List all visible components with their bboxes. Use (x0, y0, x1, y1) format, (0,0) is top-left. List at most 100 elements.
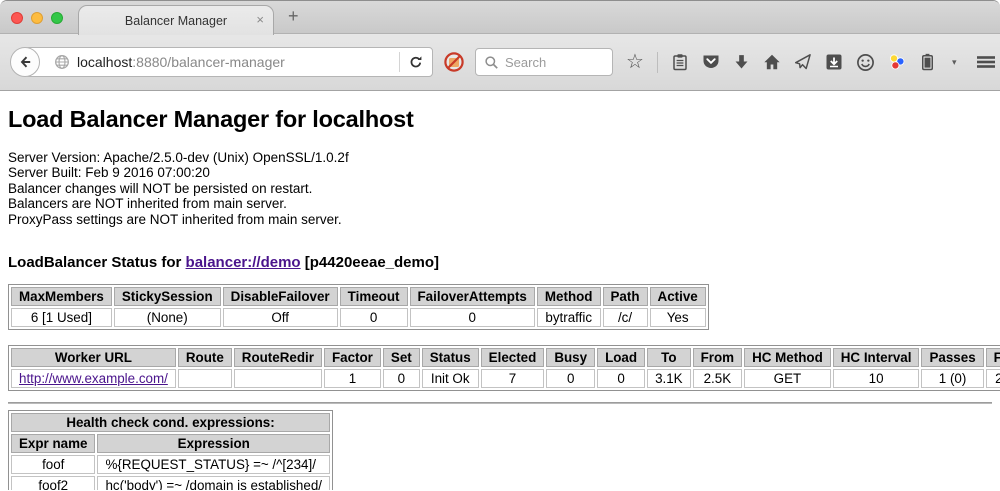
col-status: Status (422, 348, 479, 367)
search-field[interactable]: Search (475, 48, 613, 76)
col-expr-name: Expr name (11, 434, 95, 453)
close-window-button[interactable] (11, 12, 23, 24)
cell-from: 2.5K (693, 369, 742, 388)
proxypass-inherit-line: ProxyPass settings are NOT inherited fro… (8, 212, 992, 227)
col-route: Route (178, 348, 232, 367)
cell-elected: 7 (481, 369, 545, 388)
cell-expression: %{REQUEST_STATUS} =~ /^[234]/ (97, 455, 330, 474)
balancer-demo-link[interactable]: balancer://demo (186, 254, 301, 271)
col-maxmembers: MaxMembers (11, 287, 112, 306)
browser-window: Balancer Manager × + localhost:8880/bala… (0, 0, 1000, 491)
server-info: Server Version: Apache/2.5.0-dev (Unix) … (8, 150, 992, 227)
box-download-icon[interactable] (825, 53, 843, 71)
download-icon[interactable] (733, 54, 750, 71)
section-divider (8, 402, 992, 404)
page-title: Load Balancer Manager for localhost (8, 106, 992, 133)
col-failoverattempts: FailoverAttempts (410, 287, 535, 306)
cell-path: /c/ (603, 308, 648, 327)
cell-expr-name: foof (11, 455, 95, 474)
col-to: To (647, 348, 691, 367)
cell-routeredir (234, 369, 322, 388)
cell-timeout: 0 (340, 308, 408, 327)
col-fails: Fails (986, 348, 1000, 367)
col-elected: Elected (481, 348, 545, 367)
search-placeholder: Search (505, 55, 546, 70)
server-version-line: Server Version: Apache/2.5.0-dev (Unix) … (8, 150, 992, 165)
cell-factor: 1 (324, 369, 381, 388)
col-hc-interval: HC Interval (833, 348, 920, 367)
table-caption-row: Health check cond. expressions: (11, 413, 330, 432)
status-heading-prefix: LoadBalancer Status for (8, 254, 186, 271)
col-path: Path (603, 287, 648, 306)
tab-close-icon[interactable]: × (256, 12, 264, 28)
cell-method: bytraffic (537, 308, 601, 327)
table-header-row: Expr name Expression (11, 434, 330, 453)
chat-smiley-icon[interactable] (856, 53, 875, 72)
send-icon[interactable] (794, 53, 812, 71)
cell-to: 3.1K (647, 369, 691, 388)
cell-set: 0 (383, 369, 420, 388)
table-row: 6 [1 Used] (None) Off 0 0 bytraffic /c/ … (11, 308, 706, 327)
persist-notice-line: Balancer changes will NOT be persisted o… (8, 181, 992, 196)
table-row: http://www.example.com/ 1 0 Init Ok 7 0 … (11, 369, 1000, 388)
toolbar-divider (657, 52, 658, 73)
table-header-row: MaxMembers StickySession DisableFailover… (11, 287, 706, 306)
table-row: foof2 hc('body') =~ /domain is establish… (11, 476, 330, 490)
table-row: foof %{REQUEST_STATUS} =~ /^[234]/ (11, 455, 330, 474)
url-bar[interactable]: localhost:8880/balancer-manager (25, 47, 433, 77)
cell-disablefailover: Off (223, 308, 338, 327)
col-method: Method (537, 287, 601, 306)
home-icon[interactable] (763, 53, 781, 71)
col-expression: Expression (97, 434, 330, 453)
pocket-icon[interactable] (702, 53, 720, 71)
health-table-caption: Health check cond. expressions: (11, 413, 330, 432)
worker-table: Worker URL Route RouteRedir Factor Set S… (8, 345, 1000, 391)
cell-stickysession: (None) (114, 308, 221, 327)
tab-balancer-manager[interactable]: Balancer Manager × (78, 5, 274, 35)
tab-bar: Balancer Manager × + (0, 1, 1000, 34)
menu-hamburger-icon[interactable] (976, 54, 996, 70)
navigation-toolbar: localhost:8880/balancer-manager Search ☆ (0, 34, 1000, 91)
cell-worker-url: http://www.example.com/ (11, 369, 176, 388)
zoom-window-button[interactable] (51, 12, 63, 24)
url-input[interactable]: localhost:8880/balancer-manager (77, 54, 399, 70)
cell-expression: hc('body') =~ /domain is established/ (97, 476, 330, 490)
page-content: Load Balancer Manager for localhost Serv… (0, 91, 1000, 490)
cell-route (178, 369, 232, 388)
col-routeredir: RouteRedir (234, 348, 322, 367)
col-hc-method: HC Method (744, 348, 831, 367)
bookmark-star-icon[interactable]: ☆ (626, 52, 644, 72)
dropdown-caret-icon[interactable]: ▾ (952, 57, 957, 68)
worker-url-link[interactable]: http://www.example.com/ (19, 371, 168, 386)
plugin-blocked-icon[interactable] (443, 51, 465, 73)
cell-status: Init Ok (422, 369, 479, 388)
cell-fails: 2 (0) (986, 369, 1000, 388)
col-busy: Busy (546, 348, 595, 367)
new-tab-button[interactable]: + (288, 6, 299, 27)
col-set: Set (383, 348, 420, 367)
health-check-table: Health check cond. expressions: Expr nam… (8, 410, 333, 490)
server-built-line: Server Built: Feb 9 2016 07:00:20 (8, 165, 992, 180)
cell-passes: 1 (0) (921, 369, 983, 388)
reload-icon (408, 54, 424, 70)
cell-active: Yes (650, 308, 706, 327)
col-stickysession: StickySession (114, 287, 221, 306)
minimize-window-button[interactable] (31, 12, 43, 24)
tab-title: Balancer Manager (125, 14, 227, 28)
cell-maxmembers: 6 [1 Used] (11, 308, 112, 327)
battery-icon[interactable] (919, 53, 936, 71)
toolbar-buttons: ☆ (626, 52, 1000, 73)
search-icon (484, 55, 499, 70)
table-header-row: Worker URL Route RouteRedir Factor Set S… (11, 348, 1000, 367)
url-path: :8880/balancer-manager (132, 54, 285, 70)
colored-dots-icon[interactable] (888, 53, 906, 71)
balancer-summary-table: MaxMembers StickySession DisableFailover… (8, 284, 709, 330)
cell-failoverattempts: 0 (410, 308, 535, 327)
reload-button[interactable] (400, 54, 432, 70)
col-active: Active (650, 287, 706, 306)
url-domain: localhost (77, 54, 132, 70)
cell-hc-method: GET (744, 369, 831, 388)
cell-load: 0 (597, 369, 645, 388)
back-button[interactable] (10, 47, 40, 77)
clipboard-icon[interactable] (671, 53, 689, 71)
